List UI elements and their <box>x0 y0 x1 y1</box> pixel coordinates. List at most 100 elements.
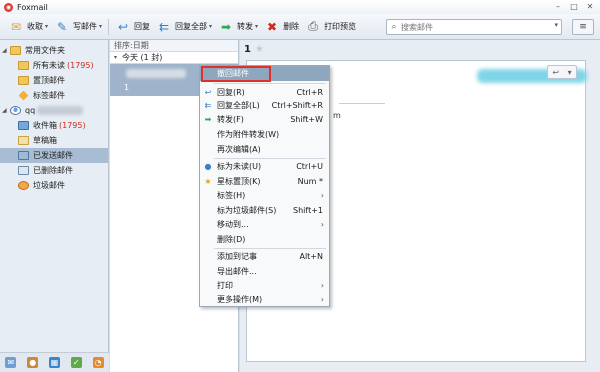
forward-icon: ➡ <box>204 115 212 124</box>
mail-thread-count: 1 <box>124 83 130 92</box>
chevron-right-icon: › <box>320 220 324 229</box>
folder-spam-label: 垃圾邮件 <box>33 181 65 190</box>
chevron-down-icon[interactable]: ▾ <box>568 68 572 77</box>
receive-icon: ✉ <box>10 19 22 34</box>
reply-icon: ↩ <box>204 88 212 97</box>
sort-label[interactable]: 排序:日期 <box>114 40 149 51</box>
chevron-down-icon[interactable]: ▾ <box>255 23 258 30</box>
menu-item-shortcut: Ctrl+Shift+R <box>271 101 323 110</box>
notes-icon[interactable]: ✓ <box>70 357 82 368</box>
menu-item-recall[interactable]: 撤回邮件 <box>200 66 329 81</box>
menu-item-label: 删除(D) <box>217 235 246 244</box>
delete-label: 删除 <box>283 22 300 31</box>
menu-item-reply-all[interactable]: ⇇ 回复全部(L) Ctrl+Shift+R <box>200 98 329 113</box>
account-row[interactable]: ◢ qq <box>0 103 108 118</box>
menu-item-forward[interactable]: ➡ 转发(F) Shift+W <box>200 112 329 127</box>
menu-item-add-note[interactable]: 添加到记事 Alt+N <box>200 249 329 264</box>
folder-sent-label: 已发送邮件 <box>33 151 73 160</box>
compose-icon: ✎ <box>56 19 68 34</box>
folder-common[interactable]: ◢ 常用文件夹 <box>0 43 108 58</box>
folder-sent[interactable]: 已发送邮件 <box>0 148 108 163</box>
folder-starred[interactable]: 置顶邮件 <box>0 73 108 88</box>
collapse-icon[interactable]: ◢ <box>2 107 10 114</box>
menu-item-label: 转发(F) <box>217 115 244 124</box>
main-menu-button[interactable]: ≡ <box>572 19 594 35</box>
forward-icon: ➡ <box>221 19 232 34</box>
compose-button[interactable]: ✎ 写邮件 ▾ <box>54 18 102 36</box>
folder-tagged-label: 标签邮件 <box>33 91 65 100</box>
collapse-icon[interactable]: ▾ <box>114 54 122 61</box>
maximize-button[interactable]: □ <box>566 0 582 12</box>
toolbar-divider <box>108 18 110 35</box>
minimize-button[interactable]: – <box>550 0 566 12</box>
menu-item-shortcut: Num * <box>297 177 323 186</box>
reply-button[interactable]: ↩ 回复 <box>115 18 150 36</box>
delete-button[interactable]: ✖ 删除 <box>264 18 299 36</box>
menu-item-label: 回复全部(L) <box>217 101 260 110</box>
folder-tagged[interactable]: 标签邮件 <box>0 88 108 103</box>
menu-item-move-to[interactable]: 移动到... › <box>200 217 329 232</box>
menu-item-shortcut: Ctrl+U <box>296 162 323 171</box>
folder-all-unread[interactable]: 所有未读 (1795) <box>0 58 108 73</box>
print-preview-button[interactable]: ⎙ 打印预览 <box>305 18 356 36</box>
reply-all-button[interactable]: ⇇ 回复全部 ▾ <box>156 18 212 36</box>
menu-item-shortcut: Shift+1 <box>293 206 323 215</box>
menu-item-star[interactable]: ★ 星标置顶(K) Num * <box>200 174 329 189</box>
mail-icon[interactable]: ✉ <box>5 357 17 368</box>
folder-drafts[interactable]: 草稿箱 <box>0 133 108 148</box>
divider <box>339 103 385 104</box>
menu-item-export[interactable]: 导出邮件... <box>200 264 329 279</box>
folder-deleted-label: 已删除邮件 <box>33 166 73 175</box>
menu-item-shortcut: Ctrl+R <box>296 88 324 97</box>
redacted-account <box>37 106 84 115</box>
calendar-icon[interactable]: ▦ <box>48 357 60 368</box>
menu-item-mark-unread[interactable]: ● 标为未读(U) Ctrl+U <box>200 159 329 174</box>
menu-item-mark-spam[interactable]: 标为垃圾邮件(S) Shift+1 <box>200 203 329 218</box>
search-input[interactable] <box>401 22 541 32</box>
reply-all-icon: ⇇ <box>204 101 212 110</box>
chevron-right-icon: › <box>320 295 324 304</box>
reply-icon[interactable]: ↩ <box>552 68 559 77</box>
forward-button[interactable]: ➡ 转发 ▾ <box>218 18 258 36</box>
window-controls: – □ ✕ <box>550 0 598 12</box>
receive-button[interactable]: ✉ 收取 ▾ <box>8 18 48 36</box>
collapse-icon[interactable]: ◢ <box>2 47 10 54</box>
quick-reply-control[interactable]: ↩ ▾ <box>547 65 577 79</box>
chevron-down-icon[interactable]: ▾ <box>99 23 102 30</box>
folder-deleted[interactable]: 已删除邮件 <box>0 163 108 178</box>
account-name: qq <box>25 106 36 115</box>
menu-item-forward-attachment[interactable]: 作为附件转发(W) <box>200 127 329 142</box>
menu-item-label: 移动到... <box>217 220 249 229</box>
sort-bar[interactable]: 排序:日期 <box>110 40 238 52</box>
menu-item-tag[interactable]: 标签(H) › <box>200 188 329 203</box>
menu-item-label: 再次编辑(A) <box>217 145 261 154</box>
chevron-down-icon[interactable]: ▾ <box>45 23 48 30</box>
date-group-header[interactable]: ▾ 今天 (1 封) <box>110 52 238 64</box>
chevron-right-icon: › <box>320 191 324 200</box>
menu-item-edit-again[interactable]: 再次编辑(A) <box>200 142 329 157</box>
chevron-down-icon[interactable]: ▾ <box>554 21 558 29</box>
menu-item-label: 回复(R) <box>217 88 245 97</box>
menu-item-delete[interactable]: 删除(D) <box>200 232 329 247</box>
contacts-icon[interactable]: ● <box>27 357 39 368</box>
rss-icon[interactable]: ◔ <box>92 357 104 368</box>
search-box[interactable]: ⌕ ▾ <box>386 19 562 35</box>
menu-item-label: 星标置顶(K) <box>217 177 261 186</box>
search-icon: ⌕ <box>391 22 397 32</box>
menu-item-label: 撤回邮件 <box>217 69 249 78</box>
chevron-down-icon[interactable]: ▾ <box>209 23 212 30</box>
close-button[interactable]: ✕ <box>582 0 598 12</box>
menu-item-shortcut: Shift+W <box>290 115 323 124</box>
menu-item-label: 更多操作(M) <box>217 295 263 304</box>
folder-all-unread-label: 所有未读 <box>33 61 65 70</box>
folder-icon <box>18 61 29 70</box>
menu-item-more[interactable]: 更多操作(M) › <box>200 292 329 307</box>
menu-item-print[interactable]: 打印 › <box>200 278 329 293</box>
reader-count: 1 <box>244 43 251 55</box>
reader-header: 1 ★ <box>240 40 600 58</box>
star-icon[interactable]: ★ <box>255 44 264 55</box>
redacted-sender <box>126 69 186 78</box>
star-icon: ★ <box>204 177 212 186</box>
folder-inbox[interactable]: 收件箱 (1795) <box>0 118 108 133</box>
folder-spam[interactable]: 垃圾邮件 <box>0 178 108 193</box>
